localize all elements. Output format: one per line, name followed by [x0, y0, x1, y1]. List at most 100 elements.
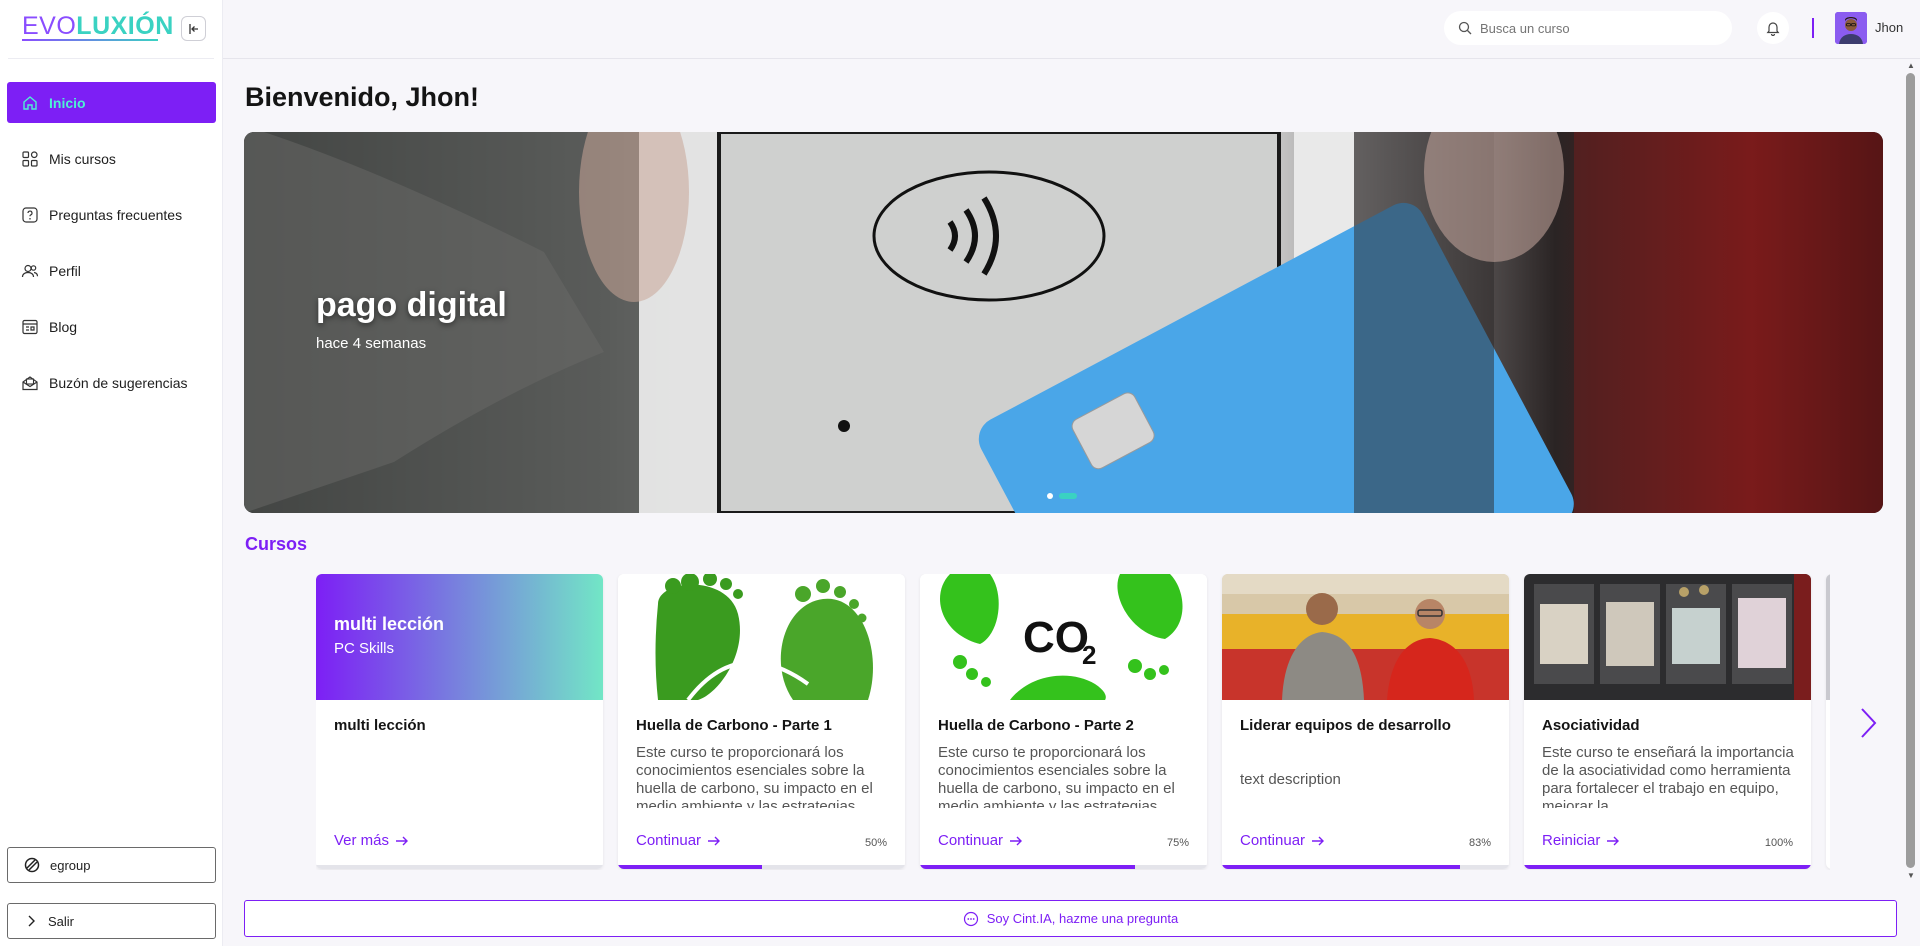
sidebar-item-label: Preguntas frecuentes: [49, 206, 183, 223]
brand-logo[interactable]: EVOLUXIÓN: [22, 12, 174, 41]
org-logo-icon: [24, 857, 40, 873]
course-card[interactable]: Huella de Carbono - Parte 1 Este curso t…: [618, 574, 905, 869]
hero-title: pago digital: [316, 286, 507, 324]
sidebar-divider: [8, 58, 214, 59]
carousel-dot-active[interactable]: [1059, 493, 1077, 499]
carousel-next-button[interactable]: [1856, 706, 1880, 740]
course-cover: multi lección PC Skills: [316, 574, 603, 700]
course-progress-label: 75%: [1166, 837, 1189, 849]
progress-bar: [1524, 865, 1811, 869]
mailbox-icon: [22, 375, 38, 390]
course-title: Liderar equipos de desarrollo: [1240, 717, 1451, 734]
course-card[interactable]: CO 2 Huella de Carbono - Parte 2 Este cu…: [920, 574, 1207, 869]
sidebar-item-label: Perfil: [49, 262, 81, 279]
hero-subtitle: hace 4 semanas: [316, 335, 427, 352]
org-label: egroup: [50, 857, 91, 873]
course-action-link[interactable]: Ver más: [334, 832, 409, 849]
logout-label: Salir: [48, 913, 75, 929]
arrow-right-icon: [708, 836, 721, 845]
question-icon: [22, 206, 38, 223]
course-progress-label: 50%: [864, 837, 887, 849]
sidebar-item-label: Buzón de sugerencias: [49, 374, 188, 391]
courses-heading: Cursos: [245, 534, 308, 554]
progress-bar: [920, 865, 1136, 869]
logo-underline: [22, 39, 158, 41]
avatar-image: [1835, 12, 1867, 44]
collapse-icon: [188, 23, 198, 34]
page-scrollbar[interactable]: [1906, 73, 1915, 868]
sidebar-item-label: Mis cursos: [49, 150, 116, 167]
sidebar-item-preguntas-frecuentes[interactable]: Preguntas frecuentes: [7, 194, 216, 235]
course-card[interactable]: Asociatividad Este curso te enseñará la …: [1524, 574, 1811, 869]
chevron-right-icon: [28, 915, 35, 927]
course-action-link[interactable]: Reiniciar: [1542, 832, 1620, 849]
course-action-link[interactable]: Continuar: [1240, 832, 1325, 849]
cover-subtitle: PC Skills: [334, 640, 395, 657]
carousel-dots: [1047, 493, 1077, 499]
home-icon: [23, 95, 37, 110]
sidebar-item-mis-cursos[interactable]: Mis cursos: [7, 138, 216, 179]
course-cover: [1222, 574, 1509, 700]
course-progress-label: 83%: [1468, 837, 1491, 849]
footprint-image: [618, 574, 905, 700]
search-box[interactable]: [1444, 11, 1732, 45]
logout-button[interactable]: Salir: [7, 903, 216, 939]
course-description: text description: [1240, 771, 1341, 788]
sidebar-item-label: Blog: [49, 318, 78, 335]
courses-carousel: multi lección PC Skills multi lección Ve…: [316, 574, 1830, 870]
course-action-label: Ver más: [334, 832, 390, 849]
course-cover: [1524, 574, 1811, 700]
course-cover: [1826, 574, 1830, 700]
course-action-label: Continuar: [938, 832, 1004, 849]
course-cover: [618, 574, 905, 700]
course-action-label: Continuar: [1240, 832, 1306, 849]
arrow-right-icon: [1010, 836, 1023, 845]
course-card[interactable]: multi lección PC Skills multi lección Ve…: [316, 574, 603, 869]
collapse-sidebar-button[interactable]: [181, 16, 206, 41]
sidebar-item-label: Inicio: [49, 94, 86, 111]
sidebar: EVOLUXIÓN Inicio Mis cursos Preguntas fr…: [0, 0, 223, 946]
cash-drawer-image: [1524, 574, 1811, 700]
sidebar-item-buzon[interactable]: Buzón de sugerencias: [7, 362, 216, 403]
team-photo-image: [1222, 574, 1509, 700]
course-action-link[interactable]: Continuar: [636, 832, 721, 849]
notifications-button[interactable]: [1757, 12, 1789, 44]
user-name[interactable]: Jhon: [1875, 20, 1903, 35]
course-title: Huella de Carbono - Parte 2: [938, 717, 1134, 734]
course-description: Este curso te enseñará la importancia de…: [1542, 744, 1794, 808]
arrow-right-icon: [1607, 836, 1620, 845]
carousel-dot[interactable]: [1047, 493, 1053, 499]
chat-bubble-icon: [963, 911, 978, 926]
course-card[interactable]: [1826, 574, 1830, 869]
card-footer-line: [316, 865, 603, 869]
course-description: Este curso te proporcionará los conocimi…: [938, 744, 1175, 808]
header-separator: [1812, 18, 1814, 38]
search-icon: [1458, 21, 1472, 35]
sidebar-item-perfil[interactable]: Perfil: [7, 250, 216, 291]
course-action-link[interactable]: Continuar: [938, 832, 1023, 849]
course-card[interactable]: Liderar equipos de desarrollo text descr…: [1222, 574, 1509, 869]
svg-text:CO: CO: [1023, 613, 1089, 662]
ai-chat-button[interactable]: Soy Cint.IA, hazme una pregunta: [244, 900, 1897, 937]
sidebar-item-inicio[interactable]: Inicio: [7, 82, 216, 123]
topbar: Jhon: [223, 0, 1920, 59]
users-icon: [21, 264, 39, 277]
chevron-right-icon: [1861, 708, 1877, 738]
course-title: multi lección: [334, 717, 426, 734]
progress-bar: [618, 865, 762, 869]
course-progress-label: 100%: [1764, 837, 1793, 849]
grid-icon: [22, 150, 38, 167]
svg-text:2: 2: [1082, 640, 1096, 670]
course-description: Este curso te proporcionará los conocimi…: [636, 744, 873, 808]
blog-icon: [22, 319, 38, 334]
scroll-down-arrow[interactable]: ▼: [1906, 872, 1916, 880]
org-button[interactable]: egroup: [7, 847, 216, 883]
hero-carousel[interactable]: pago digital hace 4 semanas: [244, 132, 1883, 513]
sidebar-item-blog[interactable]: Blog: [7, 306, 216, 347]
page-title: Bienvenido, Jhon!: [245, 82, 480, 112]
course-title: Huella de Carbono - Parte 1: [636, 717, 832, 734]
search-input[interactable]: [1480, 20, 1720, 36]
bell-icon: [1766, 22, 1780, 36]
avatar[interactable]: [1835, 12, 1867, 44]
scroll-up-arrow[interactable]: ▲: [1906, 62, 1916, 70]
